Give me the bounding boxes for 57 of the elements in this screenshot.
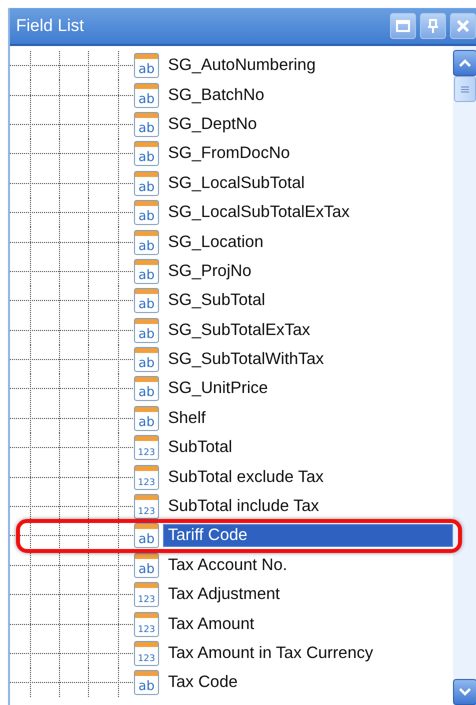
field-type-icon: ab bbox=[134, 112, 159, 137]
grip-icon bbox=[460, 86, 468, 92]
field-type-icon: 123 bbox=[134, 494, 159, 520]
field-type-icon: ab bbox=[134, 258, 159, 284]
field-type-icon: ab bbox=[134, 347, 159, 372]
field-item[interactable]: SG_BatchNo bbox=[163, 84, 270, 107]
close-button[interactable] bbox=[450, 13, 476, 39]
field-item[interactable]: Tax Code bbox=[163, 671, 243, 694]
field-type-icon: 123 bbox=[134, 641, 159, 666]
chevron-down-icon bbox=[458, 688, 470, 696]
field-type-icon: 123 bbox=[134, 464, 159, 490]
scroll-thumb[interactable] bbox=[454, 76, 476, 102]
field-type-icon: ab bbox=[134, 376, 159, 402]
field-type-icon: ab bbox=[134, 141, 159, 166]
field-type-icon: ab bbox=[134, 406, 159, 431]
field-item[interactable]: SubTotal exclude Tax bbox=[163, 466, 329, 489]
field-item[interactable]: SG_UnitPrice bbox=[163, 377, 273, 400]
field-item[interactable]: SG_FromDocNo bbox=[163, 142, 295, 166]
field-item[interactable]: Tax Amount bbox=[163, 612, 260, 636]
field-item[interactable]: Shelf bbox=[163, 406, 211, 430]
field-item[interactable]: SG_SubTotalWithTax bbox=[163, 348, 329, 372]
field-item[interactable]: SG_DeptNo bbox=[163, 112, 262, 136]
chevron-up-icon bbox=[458, 59, 470, 67]
field-item[interactable]: Tax Adjustment bbox=[163, 583, 285, 606]
field-item[interactable]: SubTotal bbox=[163, 436, 238, 460]
field-type-icon: ab bbox=[134, 523, 159, 548]
field-item[interactable]: SG_Location bbox=[163, 230, 268, 254]
field-item[interactable]: SubTotal include Tax bbox=[163, 495, 324, 518]
field-item[interactable]: SG_AutoNumbering bbox=[163, 54, 321, 78]
window-icon bbox=[396, 20, 410, 32]
field-type-icon: ab bbox=[134, 53, 159, 78]
field-type-icon: ab bbox=[134, 230, 159, 255]
field-type-icon: 123 bbox=[134, 435, 159, 460]
field-item[interactable]: SG_SubTotalExTax bbox=[163, 318, 316, 342]
field-type-icon: ab bbox=[134, 200, 159, 226]
field-type-icon: 123 bbox=[134, 582, 159, 608]
field-type-icon: ab bbox=[134, 82, 159, 108]
field-item[interactable]: SG_LocalSubTotal bbox=[163, 172, 310, 195]
field-item[interactable]: SG_SubTotal bbox=[163, 289, 270, 312]
field-type-icon: ab bbox=[134, 318, 159, 343]
close-icon bbox=[457, 20, 469, 32]
field-type-icon: ab bbox=[134, 670, 159, 696]
field-item[interactable]: Tax Account No. bbox=[163, 554, 292, 577]
window-button[interactable] bbox=[390, 13, 416, 39]
field-item[interactable]: Tariff Code bbox=[163, 524, 453, 548]
window-title: Field List bbox=[16, 16, 84, 36]
field-type-icon: ab bbox=[134, 170, 159, 196]
scroll-up-button[interactable] bbox=[452, 50, 476, 76]
pin-icon bbox=[427, 19, 439, 33]
field-item[interactable]: SG_LocalSubTotalExTax bbox=[163, 201, 355, 224]
scroll-down-button[interactable] bbox=[452, 679, 476, 705]
field-item[interactable]: Tax Amount in Tax Currency bbox=[163, 642, 378, 665]
pin-button[interactable] bbox=[420, 13, 446, 39]
field-type-icon: ab bbox=[134, 552, 159, 578]
field-type-icon: 123 bbox=[134, 612, 159, 637]
field-type-icon: ab bbox=[134, 288, 159, 314]
field-item[interactable]: SG_ProjNo bbox=[163, 260, 256, 283]
